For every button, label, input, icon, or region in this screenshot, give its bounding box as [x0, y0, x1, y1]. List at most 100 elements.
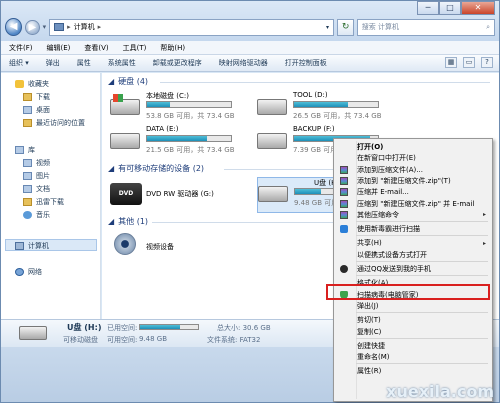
eject-button[interactable]: 弹出 — [46, 58, 60, 68]
context-menu-item[interactable]: 使用新毒霸进行扫描 — [336, 223, 490, 235]
system-properties-button[interactable]: 系统属性 — [108, 58, 136, 68]
context-menu-label: 添加到 "新建压缩文件.zip"(T) — [357, 176, 451, 185]
close-button[interactable]: ✕ — [461, 1, 495, 15]
map-network-drive-button[interactable]: 映射网络驱动器 — [219, 58, 268, 68]
context-menu-item[interactable]: 在新窗口中打开(E) — [336, 152, 490, 164]
properties-button[interactable]: 属性 — [77, 58, 91, 68]
submenu-arrow-icon: ▸ — [482, 239, 486, 247]
sidebar-item-recent[interactable]: 最近访问的位置 — [23, 118, 85, 128]
context-menu-item[interactable]: 添加到 "新建压缩文件.zip"(T) — [336, 175, 490, 187]
context-menu-label: 创建快捷 — [357, 341, 385, 350]
drive-usage-fill — [295, 189, 322, 194]
picture-icon — [23, 172, 32, 180]
context-menu-item[interactable]: 其他压缩命令 ▸ — [336, 209, 490, 221]
menu-file[interactable]: 文件(F) — [9, 43, 33, 53]
minimize-button[interactable]: ─ — [417, 1, 439, 15]
search-box[interactable]: 搜索 计算机 ⌕ — [356, 18, 495, 36]
breadcrumb-computer[interactable]: 计算机 — [74, 22, 95, 32]
breadcrumb-separator[interactable]: ▸ — [67, 23, 71, 31]
collapse-icon[interactable]: ◢ — [108, 164, 114, 173]
drive-e[interactable]: DATA (E:) 21.5 GB 可用，共 73.4 GB — [110, 125, 240, 157]
context-menu-separator — [356, 312, 488, 314]
menu-edit[interactable]: 编辑(E) — [47, 43, 71, 53]
context-menu-item[interactable]: 剪切(T) — [336, 314, 490, 326]
drive-c[interactable]: 本地磁盘 (C:) 53.8 GB 可用，共 73.4 GB — [110, 91, 240, 123]
collapse-icon[interactable]: ◢ — [108, 77, 114, 86]
device-webcam[interactable]: 视频设备 — [110, 233, 240, 265]
details-usage-fill — [140, 325, 181, 329]
maximize-button[interactable]: □ — [439, 1, 461, 15]
context-menu-item[interactable]: 共享(H) ▸ — [336, 237, 490, 249]
context-menu-item[interactable]: 复制(C) — [336, 326, 490, 338]
help-icon[interactable]: ? — [481, 57, 493, 68]
context-menu-label: 在新窗口中打开(E) — [357, 154, 416, 163]
sidebar-item-desktop[interactable]: 桌面 — [23, 105, 50, 115]
sidebar-item-downloads[interactable]: 下载 — [23, 92, 50, 102]
sidebar-item-favorites[interactable]: 收藏夹 — [15, 79, 49, 89]
rar-icon — [340, 188, 348, 197]
refresh-button[interactable]: ↻ — [337, 18, 354, 36]
drive-d[interactable]: TOOL (D:) 26.5 GB 可用，共 73.4 GB — [257, 91, 387, 123]
drive-size-text: 53.8 GB 可用，共 73.4 GB — [146, 112, 235, 120]
qq-icon — [340, 265, 348, 273]
change-view-icon[interactable]: ▦ — [445, 57, 457, 68]
sidebar-item-music[interactable]: 音乐 — [23, 210, 50, 220]
open-control-panel-button[interactable]: 打开控制面板 — [285, 58, 327, 68]
drive-usage-fill — [147, 136, 207, 141]
context-menu-item[interactable]: 弹出(J) — [336, 300, 490, 312]
menu-help[interactable]: 帮助(H) — [160, 43, 185, 53]
drive-dvd[interactable]: DVD DVD RW 驱动器 (G:) — [110, 179, 240, 211]
window-controls: ─ □ ✕ — [417, 1, 495, 15]
breadcrumb-separator[interactable]: ▸ — [98, 23, 102, 31]
sidebar-item-network[interactable]: 网络 — [15, 267, 42, 277]
group-header-hdd[interactable]: ◢ 硬盘 (4) — [108, 76, 148, 87]
organize-button[interactable]: 组织 ▾ — [9, 58, 29, 68]
drive-usage-bar — [146, 135, 232, 142]
folder-icon — [23, 93, 32, 101]
search-icon[interactable]: ⌕ — [486, 23, 490, 32]
address-dropdown-icon[interactable]: ▾ — [321, 24, 333, 31]
context-menu-separator — [356, 363, 488, 365]
context-menu-label: 共享(H) — [357, 239, 382, 248]
forward-button[interactable]: ▶ — [25, 19, 40, 35]
context-menu-separator — [356, 235, 488, 237]
sidebar-item-pictures[interactable]: 图片 — [23, 171, 50, 181]
drive-size-text: 26.5 GB 可用，共 73.4 GB — [293, 112, 382, 120]
group-header-removable[interactable]: ◢ 有可移动存储的设备 (2) — [108, 163, 204, 174]
context-menu-separator — [356, 221, 488, 223]
sidebar-item-xunlei[interactable]: 迅雷下载 — [23, 197, 64, 207]
context-menu-item[interactable]: 压缩并 E-mail... — [336, 186, 490, 198]
context-menu-item[interactable]: 创建快捷 — [336, 340, 490, 352]
video-icon — [23, 159, 32, 167]
menu-tools[interactable]: 工具(T) — [123, 43, 147, 53]
sidebar-item-videos[interactable]: 视频 — [23, 158, 50, 168]
preview-pane-icon[interactable]: ▭ — [463, 57, 475, 68]
sidebar-item-computer[interactable]: 计算机 — [15, 241, 49, 251]
details-free-label: 可用空间: — [107, 336, 138, 344]
format-highlight-box — [326, 284, 490, 300]
search-input[interactable]: 搜索 计算机 — [362, 22, 486, 32]
group-header-other[interactable]: ◢ 其他 (1) — [108, 216, 148, 227]
menu-view[interactable]: 查看(V) — [84, 43, 108, 53]
recent-pages-dropdown-icon[interactable]: ▾ — [43, 23, 47, 31]
download-folder-icon — [23, 198, 32, 206]
navigation-row: ◀ ▶ ▾ ▸ 计算机 ▸ ▾ ↻ 搜索 计算机 ⌕ — [5, 17, 495, 37]
collapse-icon[interactable]: ◢ — [108, 217, 114, 226]
context-menu-item[interactable]: 打开(O) — [336, 141, 490, 153]
context-menu-item[interactable]: 通过QQ发送到我的手机 — [336, 263, 490, 275]
context-menu-item[interactable]: 以便携式设备方式打开 — [336, 249, 490, 261]
details-filesystem: 文件系统: FAT32 — [207, 336, 261, 344]
address-bar[interactable]: ▸ 计算机 ▸ ▾ — [49, 18, 335, 36]
sidebar-item-documents[interactable]: 文档 — [23, 184, 50, 194]
sidebar-item-library[interactable]: 库 — [15, 145, 35, 155]
uninstall-program-button[interactable]: 卸载或更改程序 — [153, 58, 202, 68]
drive-label: DATA (E:) — [146, 125, 179, 133]
context-menu-item[interactable]: 添加到压缩文件(A)... — [336, 164, 490, 176]
context-menu-item[interactable]: 属性(R) — [336, 365, 490, 377]
windows-drive-icon — [110, 94, 140, 115]
check-icon — [340, 225, 348, 234]
context-menu-item[interactable]: 重命名(M) — [336, 351, 490, 363]
context-menu-item[interactable]: 压缩到 "新建压缩文件.zip" 并 E-mail — [336, 198, 490, 210]
back-button[interactable]: ◀ — [5, 18, 23, 36]
context-menu-label: 通过QQ发送到我的手机 — [357, 265, 432, 273]
